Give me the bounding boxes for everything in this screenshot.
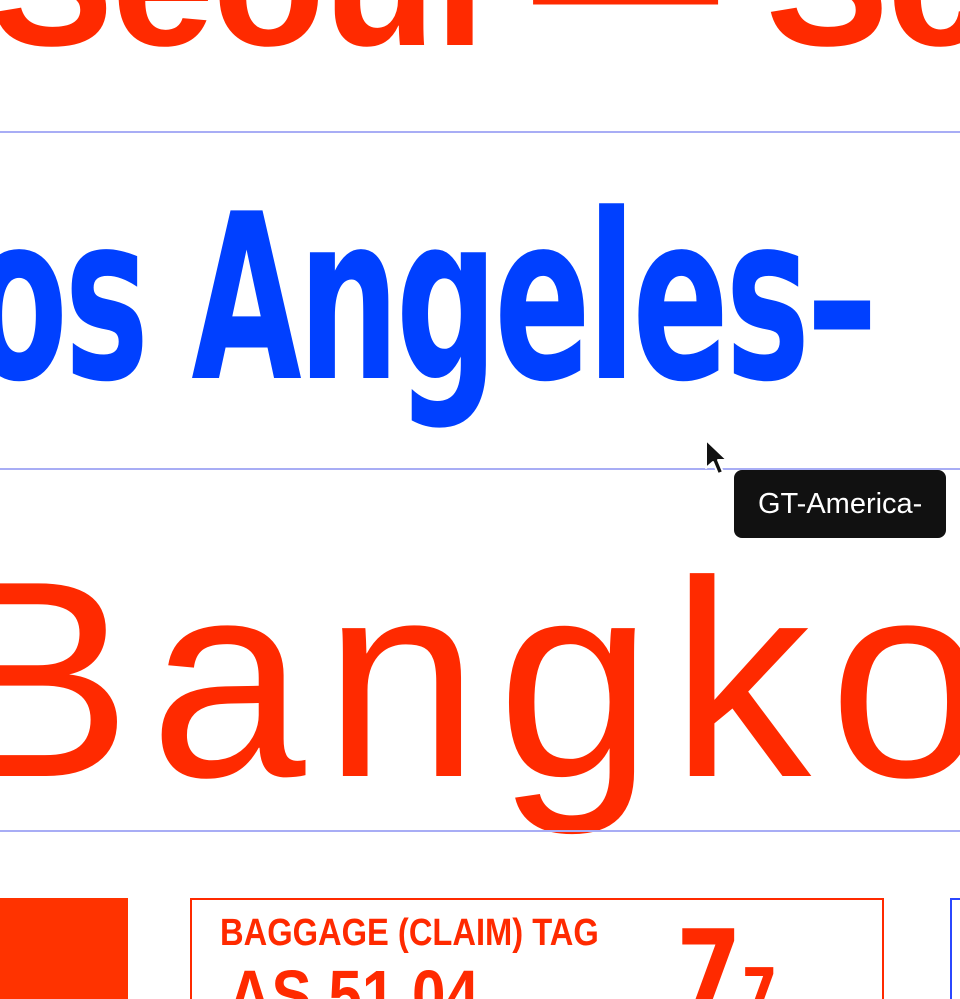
- specimen-word-seoul[interactable]: Seoul — Sc: [0, 0, 960, 75]
- baseline-rule: [0, 830, 960, 832]
- baggage-tag-card[interactable]: BAGGAGE (CLAIM) TAG 77 AS 51 04: [190, 898, 884, 999]
- blue-card-edge[interactable]: [950, 898, 960, 999]
- specimen-word-bangkok[interactable]: Bangkok: [0, 540, 960, 820]
- specimen-word-los-angeles[interactable]: os Angeles–: [0, 185, 878, 415]
- baggage-tag-title: BAGGAGE (CLAIM) TAG: [220, 912, 599, 954]
- color-swatch-orange[interactable]: [0, 898, 128, 999]
- baseline-rule: [0, 131, 960, 133]
- baggage-tag-suffix: 7: [741, 956, 778, 999]
- type-specimen-canvas: Seoul — Sc os Angeles– Bangkok GT-Americ…: [0, 0, 960, 999]
- arrow-cursor-icon: [705, 439, 728, 475]
- baggage-tag-code: AS 51 04: [228, 956, 480, 999]
- baggage-tag-big-number: 77: [676, 914, 777, 999]
- baggage-tag-big-digit: 7: [676, 904, 742, 999]
- font-name-tooltip: GT-America-: [734, 470, 947, 538]
